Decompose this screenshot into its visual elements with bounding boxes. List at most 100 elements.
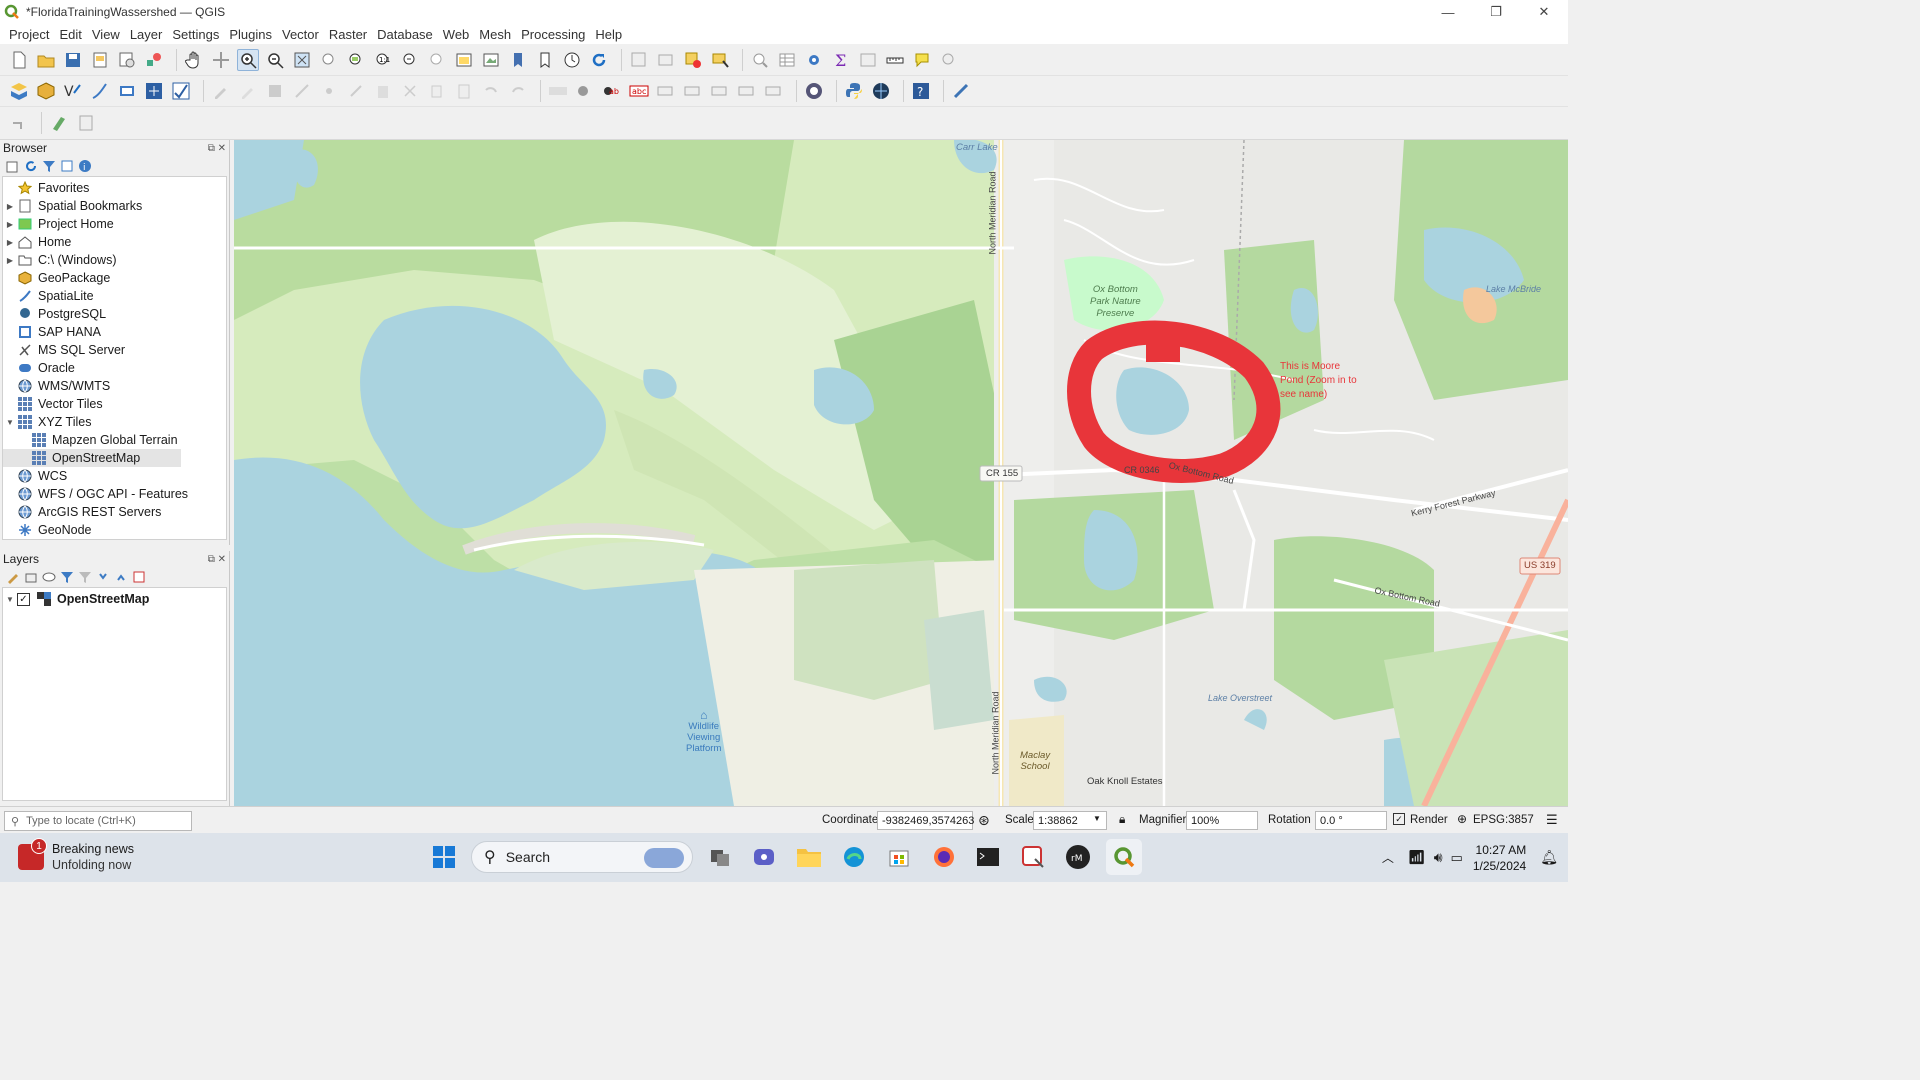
undo-icon[interactable]: [480, 80, 502, 102]
scale-dropdown-icon[interactable]: ▼: [1093, 814, 1101, 823]
metasearch-icon[interactable]: [870, 80, 892, 102]
browser-item-wcs[interactable]: WCS: [3, 467, 226, 485]
python-console-icon[interactable]: [843, 80, 865, 102]
crs-button[interactable]: EPSG:3857: [1473, 814, 1534, 826]
redo-icon[interactable]: [507, 80, 529, 102]
toggle-editing-icon[interactable]: [237, 80, 259, 102]
layer-labeling-icon[interactable]: [574, 80, 596, 102]
browser-item-c-windows[interactable]: ▶ C:\ (Windows): [3, 251, 226, 269]
expand-all-icon[interactable]: [96, 570, 110, 584]
new-map-view-icon[interactable]: [453, 49, 475, 71]
show-label-icon[interactable]: [682, 80, 704, 102]
zoom-next-icon[interactable]: [426, 49, 448, 71]
browser-item-spatial-bookmarks[interactable]: ▶ Spatial Bookmarks: [3, 197, 226, 215]
expand-arrow-icon[interactable]: ▶: [3, 256, 17, 265]
show-bookmarks-icon[interactable]: [534, 49, 556, 71]
menu-vector[interactable]: Vector: [277, 27, 324, 42]
map-canvas[interactable]: Carr Lake North Meridian Road Ox Bottom …: [234, 140, 1568, 806]
task-view-icon[interactable]: [702, 839, 738, 875]
menu-settings[interactable]: Settings: [167, 27, 224, 42]
browser-item-wfs-ogc-api-features[interactable]: WFS / OGC API - Features: [3, 485, 226, 503]
expand-arrow-icon[interactable]: ▶: [3, 202, 17, 211]
terminal-icon[interactable]: [970, 839, 1006, 875]
style-manager-icon[interactable]: [143, 49, 165, 71]
layer-row[interactable]: ▼ ✓ OpenStreetMap: [3, 590, 226, 608]
qgis-taskbar-icon[interactable]: [1106, 839, 1142, 875]
remove-layer-icon[interactable]: [132, 570, 146, 584]
collapse-all-icon[interactable]: [60, 159, 74, 173]
notification-bell-icon[interactable]: 🔔︎: [1540, 849, 1558, 866]
menu-processing[interactable]: Processing: [516, 27, 590, 42]
firefox-icon[interactable]: [926, 839, 962, 875]
expand-arrow-icon[interactable]: ▶: [3, 220, 17, 229]
add-selected-layers-icon[interactable]: [6, 159, 20, 173]
browser-item-geonode[interactable]: GeoNode: [3, 521, 226, 539]
abc-label-icon[interactable]: ab: [601, 80, 623, 102]
lock-scale-icon[interactable]: 🔒︎: [1119, 812, 1125, 827]
modify-attributes-icon[interactable]: [345, 80, 367, 102]
menu-mesh[interactable]: Mesh: [474, 27, 516, 42]
zoom-full-icon[interactable]: [291, 49, 313, 71]
abc-highlight-icon[interactable]: abc: [628, 80, 650, 102]
zoom-to-layer-icon[interactable]: [345, 49, 367, 71]
battery-icon[interactable]: ▭: [1451, 850, 1463, 866]
browser-item-postgresql[interactable]: PostgreSQL: [3, 305, 226, 323]
teams-chat-icon[interactable]: [746, 839, 782, 875]
change-label-icon[interactable]: [763, 80, 785, 102]
label-toolbar-icon[interactable]: [547, 80, 569, 102]
toolbox-icon[interactable]: [803, 49, 825, 71]
new-spatialite-layer-icon[interactable]: [89, 80, 111, 102]
expand-arrow-icon[interactable]: ▶: [3, 238, 17, 247]
zoom-out-icon[interactable]: [264, 49, 286, 71]
browser-item-geopackage[interactable]: GeoPackage: [3, 269, 226, 287]
snipping-tool-icon[interactable]: [1015, 839, 1051, 875]
gps-icon[interactable]: [950, 80, 972, 102]
browser-item-project-home[interactable]: ▶ Project Home: [3, 215, 226, 233]
deselect-features-icon[interactable]: [682, 49, 704, 71]
edits-icon[interactable]: [210, 80, 232, 102]
select-location-icon[interactable]: [709, 49, 731, 71]
field-calculator-icon[interactable]: [857, 49, 879, 71]
wifi-icon[interactable]: 📶︎: [1408, 849, 1426, 866]
delete-selected-icon[interactable]: [372, 80, 394, 102]
browser-item-arcgis-rest-servers[interactable]: ArcGIS REST Servers: [3, 503, 226, 521]
data-source-manager-icon[interactable]: [8, 80, 30, 102]
news-widget[interactable]: 1 Breaking news Unfolding now: [18, 838, 134, 873]
browser-item-spatialite[interactable]: SpatiaLite: [3, 287, 226, 305]
render-checkbox[interactable]: ✓: [1393, 813, 1405, 825]
browser-item-vector-tiles[interactable]: Vector Tiles: [3, 395, 226, 413]
refresh-icon[interactable]: [24, 159, 38, 173]
move-label-icon[interactable]: [709, 80, 731, 102]
new-mesh-layer-icon[interactable]: [170, 80, 192, 102]
style-layer-icon[interactable]: [6, 570, 20, 584]
filter-legend-icon[interactable]: [60, 570, 74, 584]
minimize-button[interactable]: —: [1424, 0, 1472, 24]
osm-map[interactable]: [234, 140, 1568, 806]
rotation-field[interactable]: 0.0 °: [1315, 811, 1387, 830]
statistics-icon[interactable]: Σ: [830, 49, 852, 71]
measure-line-icon[interactable]: [884, 49, 906, 71]
panel-close-icon[interactable]: ⧉ ✕: [208, 554, 226, 565]
crs-globe-icon[interactable]: ⊕: [1457, 812, 1467, 826]
manage-visibility-icon[interactable]: [42, 570, 56, 584]
edge-browser-icon[interactable]: [836, 839, 872, 875]
clock[interactable]: 10:27 AM 1/25/2024: [1473, 842, 1526, 874]
toggle-extents-icon[interactable]: ⊛: [978, 812, 990, 829]
panel-close-icon[interactable]: ⧉ ✕: [208, 143, 226, 154]
menu-project[interactable]: Project: [4, 27, 54, 42]
browser-item-oracle[interactable]: Oracle: [3, 359, 226, 377]
collapse-all-icon[interactable]: [114, 570, 128, 584]
zoom-native-icon[interactable]: 1:1: [372, 49, 394, 71]
pin-label-icon[interactable]: [655, 80, 677, 102]
taskbar-search[interactable]: ⚲ Search: [471, 841, 693, 873]
layer-notes-icon[interactable]: [75, 112, 97, 134]
pan-map-icon[interactable]: [183, 49, 205, 71]
menu-help[interactable]: Help: [590, 27, 627, 42]
save-project-icon[interactable]: [62, 49, 84, 71]
browser-item-ms-sql-server[interactable]: MS SQL Server: [3, 341, 226, 359]
cut-features-icon[interactable]: [399, 80, 421, 102]
menu-layer[interactable]: Layer: [125, 27, 168, 42]
info-icon[interactable]: i: [78, 159, 92, 173]
browser-item-sap-hana[interactable]: SAP HANA: [3, 323, 226, 341]
messages-icon[interactable]: ☰: [1546, 812, 1558, 828]
